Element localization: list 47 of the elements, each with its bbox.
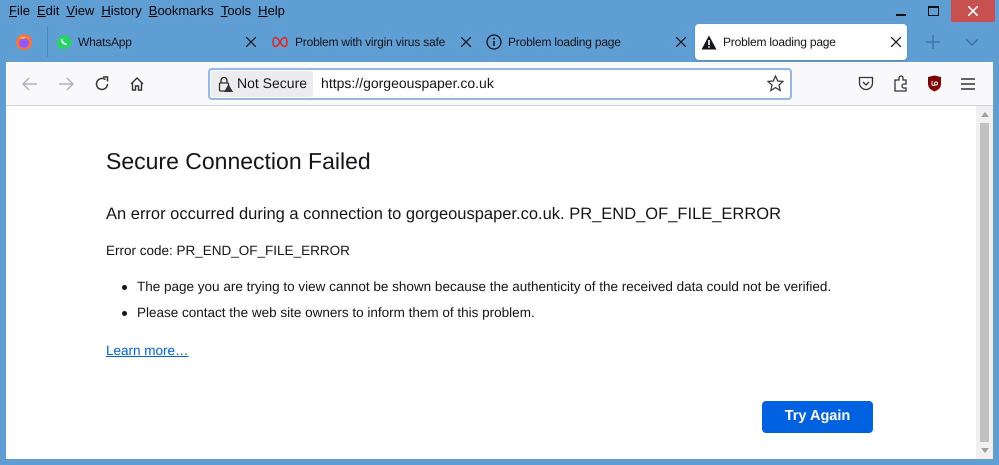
infinity-icon: [271, 35, 289, 49]
error-code: Error code: PR_END_OF_FILE_ERROR: [106, 242, 351, 260]
close-tab-icon[interactable]: [246, 37, 256, 47]
shield-icon[interactable]: [927, 75, 942, 92]
close-button[interactable]: [951, 0, 995, 22]
bullet-icon: [122, 310, 127, 316]
try-again-button[interactable]: Try Again: [762, 400, 873, 432]
menu-item[interactable]: Bookmarks: [146, 1, 217, 21]
tab-title: WhatsApp: [78, 34, 133, 51]
error-message: An error occurred during a connection to gorgeouspaper.co.uk. PR_END_OF_FILE_ERROR: [106, 204, 782, 224]
tab[interactable]: Problem loading page: [695, 24, 907, 60]
reload-icon[interactable]: [94, 76, 110, 92]
tab-title: Problem with virgin virus safe: [295, 34, 446, 51]
close-tab-icon[interactable]: [676, 37, 686, 47]
bullet-text: Please contact the web site owners to inform them of this problem.: [137, 304, 535, 322]
menu-item[interactable]: View: [63, 1, 98, 21]
warning-icon: [701, 34, 717, 50]
security-label: Not Secure: [237, 74, 308, 93]
tab[interactable]: Problem loading page: [480, 24, 692, 60]
learn-more-link[interactable]: Learn more…: [106, 342, 189, 358]
close-tab-icon[interactable]: [461, 37, 471, 47]
chat-bubble-icon: [56, 34, 72, 50]
tab-title: Problem loading page: [723, 34, 837, 51]
menu-item[interactable]: File: [6, 1, 33, 21]
maximize-icon[interactable]: [928, 6, 939, 16]
tab-title: Problem loading page: [508, 34, 622, 51]
pocket-icon[interactable]: [858, 76, 874, 91]
bullet-text: The page you are trying to view cannot be shown because the authenticity of the received data could not be verified.: [137, 278, 832, 296]
home-icon[interactable]: [129, 76, 145, 92]
menu-item[interactable]: Tools: [218, 1, 254, 21]
puzzle-piece-icon[interactable]: [893, 75, 909, 92]
info-icon: [486, 34, 502, 50]
tab[interactable]: WhatsApp: [50, 24, 262, 60]
close-icon: [968, 6, 978, 16]
security-indicator[interactable]: Not Secure: [211, 70, 314, 96]
tab[interactable]: Problem with virgin virus safe: [265, 24, 477, 60]
broken-lock-icon: [217, 76, 233, 92]
menu-icon[interactable]: [961, 78, 975, 90]
menu-item[interactable]: Edit: [34, 1, 62, 21]
page-title: Secure Connection Failed: [106, 147, 372, 176]
menu-item[interactable]: Help: [255, 1, 288, 21]
bullet-icon: [122, 284, 127, 290]
url-text[interactable]: https://gorgeouspaper.co.uk: [321, 73, 494, 94]
bookmark-star-icon[interactable]: [767, 75, 784, 92]
menu-item[interactable]: History: [98, 1, 145, 21]
address-bar[interactable]: Not Secure https://gorgeouspaper.co.uk: [208, 68, 792, 100]
close-tab-icon[interactable]: [891, 37, 901, 47]
